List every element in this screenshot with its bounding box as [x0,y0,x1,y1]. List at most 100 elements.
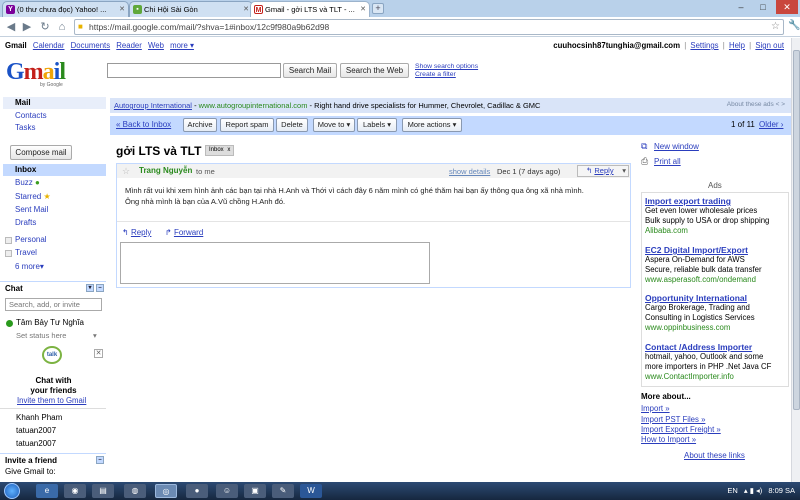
ad-item[interactable]: Contact /Address Importer hotmail, yahoo… [645,342,795,382]
media-icon[interactable]: ◉ [64,484,86,498]
set-status-field[interactable]: Set status here ▾ [16,331,97,340]
compose-mail-button[interactable]: Compose mail [10,145,72,160]
close-icon[interactable]: ✕ [119,5,125,13]
address-bar[interactable]: ■ https://mail.google.com/mail/?shva=1#i… [74,19,784,35]
ad-title[interactable]: EC2 Digital Import/Export [645,245,795,255]
ad-item[interactable]: EC2 Digital Import/Export Aspera On-Dema… [645,245,795,285]
about-these-links[interactable]: About these links [684,451,745,460]
chevron-down-icon[interactable]: ▾ [622,166,626,176]
create-filter-link[interactable]: Create a filter [415,71,478,79]
report-spam-button[interactable]: Report spam [220,118,274,132]
ad-url[interactable]: www.ContactImporter.info [645,372,795,382]
search-mail-button[interactable]: Search Mail [283,63,337,78]
about-ads-link[interactable]: About these ads < > [727,101,785,108]
minimize-button[interactable]: – [730,0,752,14]
gbar-reader[interactable]: Reader [116,41,142,50]
sender-name[interactable]: Trang Nguyễn [139,166,192,175]
sidebar-sent-mail[interactable]: Sent Mail [3,204,106,216]
chat-header[interactable]: Chat ▾ – [0,281,106,293]
chat-options-icon[interactable]: ▾ [86,284,94,292]
start-button[interactable] [4,483,20,499]
close-icon[interactable]: ✕ [243,5,249,13]
paint-icon[interactable]: ✎ [272,484,294,498]
bookmark-star-icon[interactable]: ☆ [771,21,780,32]
clock[interactable]: 8:09 SA [768,486,795,495]
more-about-link[interactable]: Import Export Freight » [641,425,721,434]
more-about-link[interactable]: Import » [641,404,670,413]
chevron-left-icon[interactable]: < [776,101,780,108]
collapse-icon[interactable]: – [96,456,104,464]
smiley-icon[interactable]: ☺ [216,484,238,498]
window-close-button[interactable]: ✕ [776,0,798,14]
tray-icons[interactable]: ▴ ▮ ◂) [744,486,762,495]
word-icon[interactable]: W [300,484,322,498]
collapse-icon[interactable]: – [96,284,104,292]
sidebar-label-personal[interactable]: Personal [3,234,106,246]
sidebar-tasks[interactable]: Tasks [3,122,106,134]
browser-tab-chihoi[interactable]: ▪ Chi Hội Sài Gòn ✕ [129,1,253,17]
remove-label-icon[interactable]: x [227,147,230,153]
language-indicator[interactable]: EN [727,486,737,495]
home-icon[interactable]: ⌂ [55,20,69,34]
star-icon[interactable]: ☆ [122,166,130,177]
gbar-calendar[interactable]: Calendar [33,41,65,50]
sidebar-more-labels[interactable]: 6 more▾ [3,261,106,273]
close-icon[interactable]: ✕ [94,349,103,358]
reply-button[interactable]: ↰ Reply ▾ [577,165,629,177]
gbar-more[interactable]: more ▾ [170,41,194,50]
ad-url[interactable]: Alibaba.com [645,226,795,236]
ad-name-link[interactable]: Autogroup International [114,101,192,110]
browser-tab-gmail[interactable]: M Gmail - gởi LTS và TLT - ... ✕ [250,1,370,17]
maximize-button[interactable]: □ [752,0,774,14]
record-icon[interactable]: ● [186,484,208,498]
ad-title[interactable]: Opportunity International [645,293,795,303]
move-to-button[interactable]: Move to ▾ [313,118,355,132]
more-actions-button[interactable]: More actions ▾ [402,118,462,132]
close-icon[interactable]: ✕ [360,5,366,13]
sidebar-contacts[interactable]: Contacts [3,110,106,122]
ad-title[interactable]: Import export trading [645,196,795,206]
search-web-button[interactable]: Search the Web [340,63,409,78]
sidebar-drafts[interactable]: Drafts [3,217,106,229]
ad-title[interactable]: Contact /Address Importer [645,342,795,352]
forward-link[interactable]: ↱ Forward [165,228,203,237]
quick-reply-textarea[interactable] [120,242,430,284]
chat-contact[interactable]: Khanh Pham [16,413,62,422]
chrome-icon[interactable]: ◎ [155,484,177,498]
chat-contact[interactable]: tatuan2007 [16,426,56,435]
ad-item[interactable]: Import export trading Get even lower who… [645,196,795,236]
gbar-gmail[interactable]: Gmail [5,41,27,50]
sidebar-buzz[interactable]: Buzz ● [3,177,106,189]
ad-url[interactable]: www.oppinbusiness.com [645,323,795,333]
sidebar-starred[interactable]: Starred ★ [3,191,106,203]
more-about-link[interactable]: How to Import » [641,435,696,444]
new-window-link[interactable]: New window [654,142,699,151]
ad-item[interactable]: Opportunity International Cargo Brokerag… [645,293,795,333]
reload-icon[interactable]: ↻ [38,20,52,34]
firefox-icon[interactable]: ◍ [124,484,146,498]
sign-out-link[interactable]: Sign out [755,41,784,50]
delete-button[interactable]: Delete [276,118,308,132]
chat-search-input[interactable]: Search, add, or invite [5,298,102,311]
settings-link[interactable]: Settings [690,41,718,50]
print-all-link[interactable]: Print all [654,157,681,166]
scrollbar-thumb[interactable] [793,50,800,410]
chevron-right-icon[interactable]: > [781,101,785,108]
chat-contact[interactable]: tatuan2007 [16,439,56,448]
search-input[interactable] [107,63,281,78]
show-details-link[interactable]: show details [449,167,490,176]
more-about-link[interactable]: Import PST Files » [641,415,705,424]
wrench-icon[interactable]: 🔧 [788,20,800,31]
reply-link[interactable]: ↰ Reply [122,228,151,237]
archive-button[interactable]: Archive [183,118,217,132]
page-scrollbar[interactable] [791,38,800,483]
labels-button[interactable]: Labels ▾ [357,118,397,132]
new-tab-button[interactable]: + [372,3,384,14]
back-icon[interactable]: ◀ [4,20,18,34]
help-link[interactable]: Help [729,41,745,50]
sidebar-mail[interactable]: Mail [3,97,106,109]
forward-icon[interactable]: ▶ [20,20,34,34]
back-to-inbox-link[interactable]: « Back to Inbox [116,120,171,129]
folder-icon[interactable]: ▤ [92,484,114,498]
invite-to-gmail-link[interactable]: Invite them to Gmail [17,396,86,405]
